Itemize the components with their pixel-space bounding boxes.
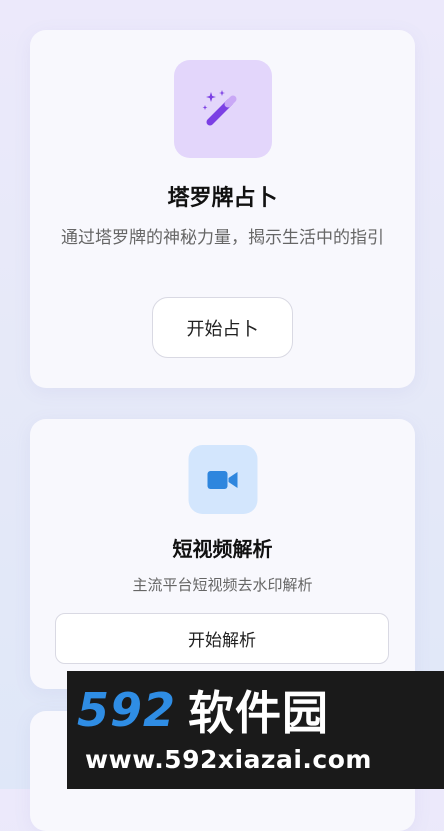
tarot-icon-tile bbox=[173, 60, 272, 158]
video-parse-description: 主流平台短视频去水印解析 bbox=[132, 576, 313, 594]
watermark-logo-number: 592 bbox=[77, 683, 177, 737]
watermark-overlay: 592 软件园 www.592xiazai.com bbox=[67, 671, 444, 789]
watermark-logo: 592 软件园 bbox=[77, 681, 437, 740]
tarot-title: 塔罗牌占卜 bbox=[167, 186, 278, 211]
start-parse-button[interactable]: 开始解析 bbox=[55, 613, 389, 664]
watermark-logo-text: 软件园 bbox=[188, 686, 330, 740]
video-camera-icon bbox=[207, 470, 238, 489]
start-divination-button[interactable]: 开始占卜 bbox=[152, 297, 293, 358]
tarot-description: 通过塔罗牌的神秘力量，揭示生活中的指引 bbox=[61, 228, 384, 248]
video-parse-title: 短视频解析 bbox=[172, 537, 273, 561]
magic-wand-icon bbox=[202, 90, 236, 126]
video-icon-tile bbox=[188, 445, 257, 514]
watermark-url: www.592xiazai.com bbox=[85, 745, 372, 774]
video-parse-card[interactable]: 短视频解析 主流平台短视频去水印解析 开始解析 bbox=[30, 419, 415, 689]
tarot-card[interactable]: 塔罗牌占卜 通过塔罗牌的神秘力量，揭示生活中的指引 开始占卜 bbox=[30, 30, 415, 388]
